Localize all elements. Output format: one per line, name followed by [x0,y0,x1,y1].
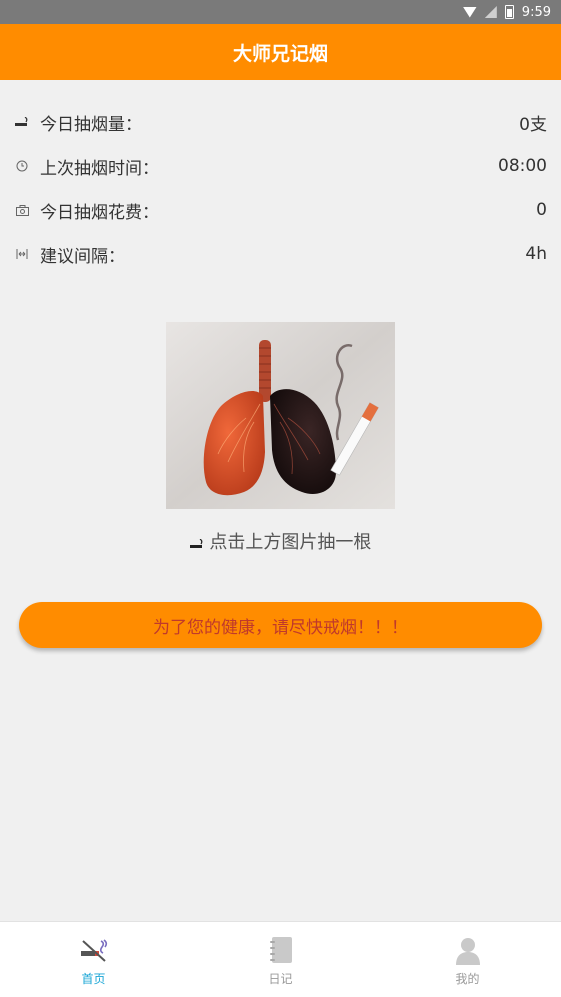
tap-hint-text: 点击上方图片抽一根 [209,532,372,553]
cigarette-icon [189,537,208,551]
nav-item-diary[interactable]: 日记 [187,922,374,997]
clock-icon [14,158,30,174]
stat-label: 建议间隔： [40,246,125,267]
quit-smoking-banner[interactable]: 为了您的健康，请尽快戒烟！！！ [19,602,542,648]
stat-label: 今日抽烟量： [40,114,142,135]
nav-label: 我的 [455,972,480,986]
stat-label: 上次抽烟时间： [40,158,159,179]
interval-icon [14,246,30,262]
status-bar: 9:59 [0,0,561,24]
wifi-icon [462,6,477,18]
page-title: 大师兄记烟 [232,42,328,65]
banner-text: 为了您的健康，请尽快戒烟！！！ [153,617,408,638]
stat-value: 0支 [519,114,547,135]
stat-value: 4h [525,244,547,264]
stat-value: 0 [536,200,547,220]
nav-label: 首页 [81,972,106,986]
tap-hint[interactable]: 点击上方图片抽一根 [0,528,561,554]
nav-item-home[interactable]: 首页 [0,922,187,997]
bottom-nav: 首页 日记 我的 [0,921,561,997]
stat-row-cost: 今日抽烟花费： 0 [0,188,561,232]
stat-row-last-time: 上次抽烟时间： 08:00 [0,144,561,188]
camera-icon [14,202,30,218]
stat-row-interval: 建议间隔： 4h [0,232,561,276]
app-bar: 大师兄记烟 [0,24,561,80]
battery-icon [504,5,514,19]
stat-value: 08:00 [498,156,547,176]
no-smoking-icon [78,934,110,966]
nav-label: 日记 [268,972,293,986]
cigarette-icon [14,114,30,130]
person-icon [452,934,484,966]
signal-icon [484,6,497,18]
lung-image[interactable] [166,322,395,509]
stat-label: 今日抽烟花费： [40,202,159,223]
stats-list: 今日抽烟量： 0支 上次抽烟时间： 08:00 今日抽烟花费： 0 建议间隔： … [0,100,561,276]
nav-item-mine[interactable]: 我的 [374,922,561,997]
notebook-icon [265,934,297,966]
status-time: 9:59 [521,4,551,20]
stat-row-count: 今日抽烟量： 0支 [0,100,561,144]
